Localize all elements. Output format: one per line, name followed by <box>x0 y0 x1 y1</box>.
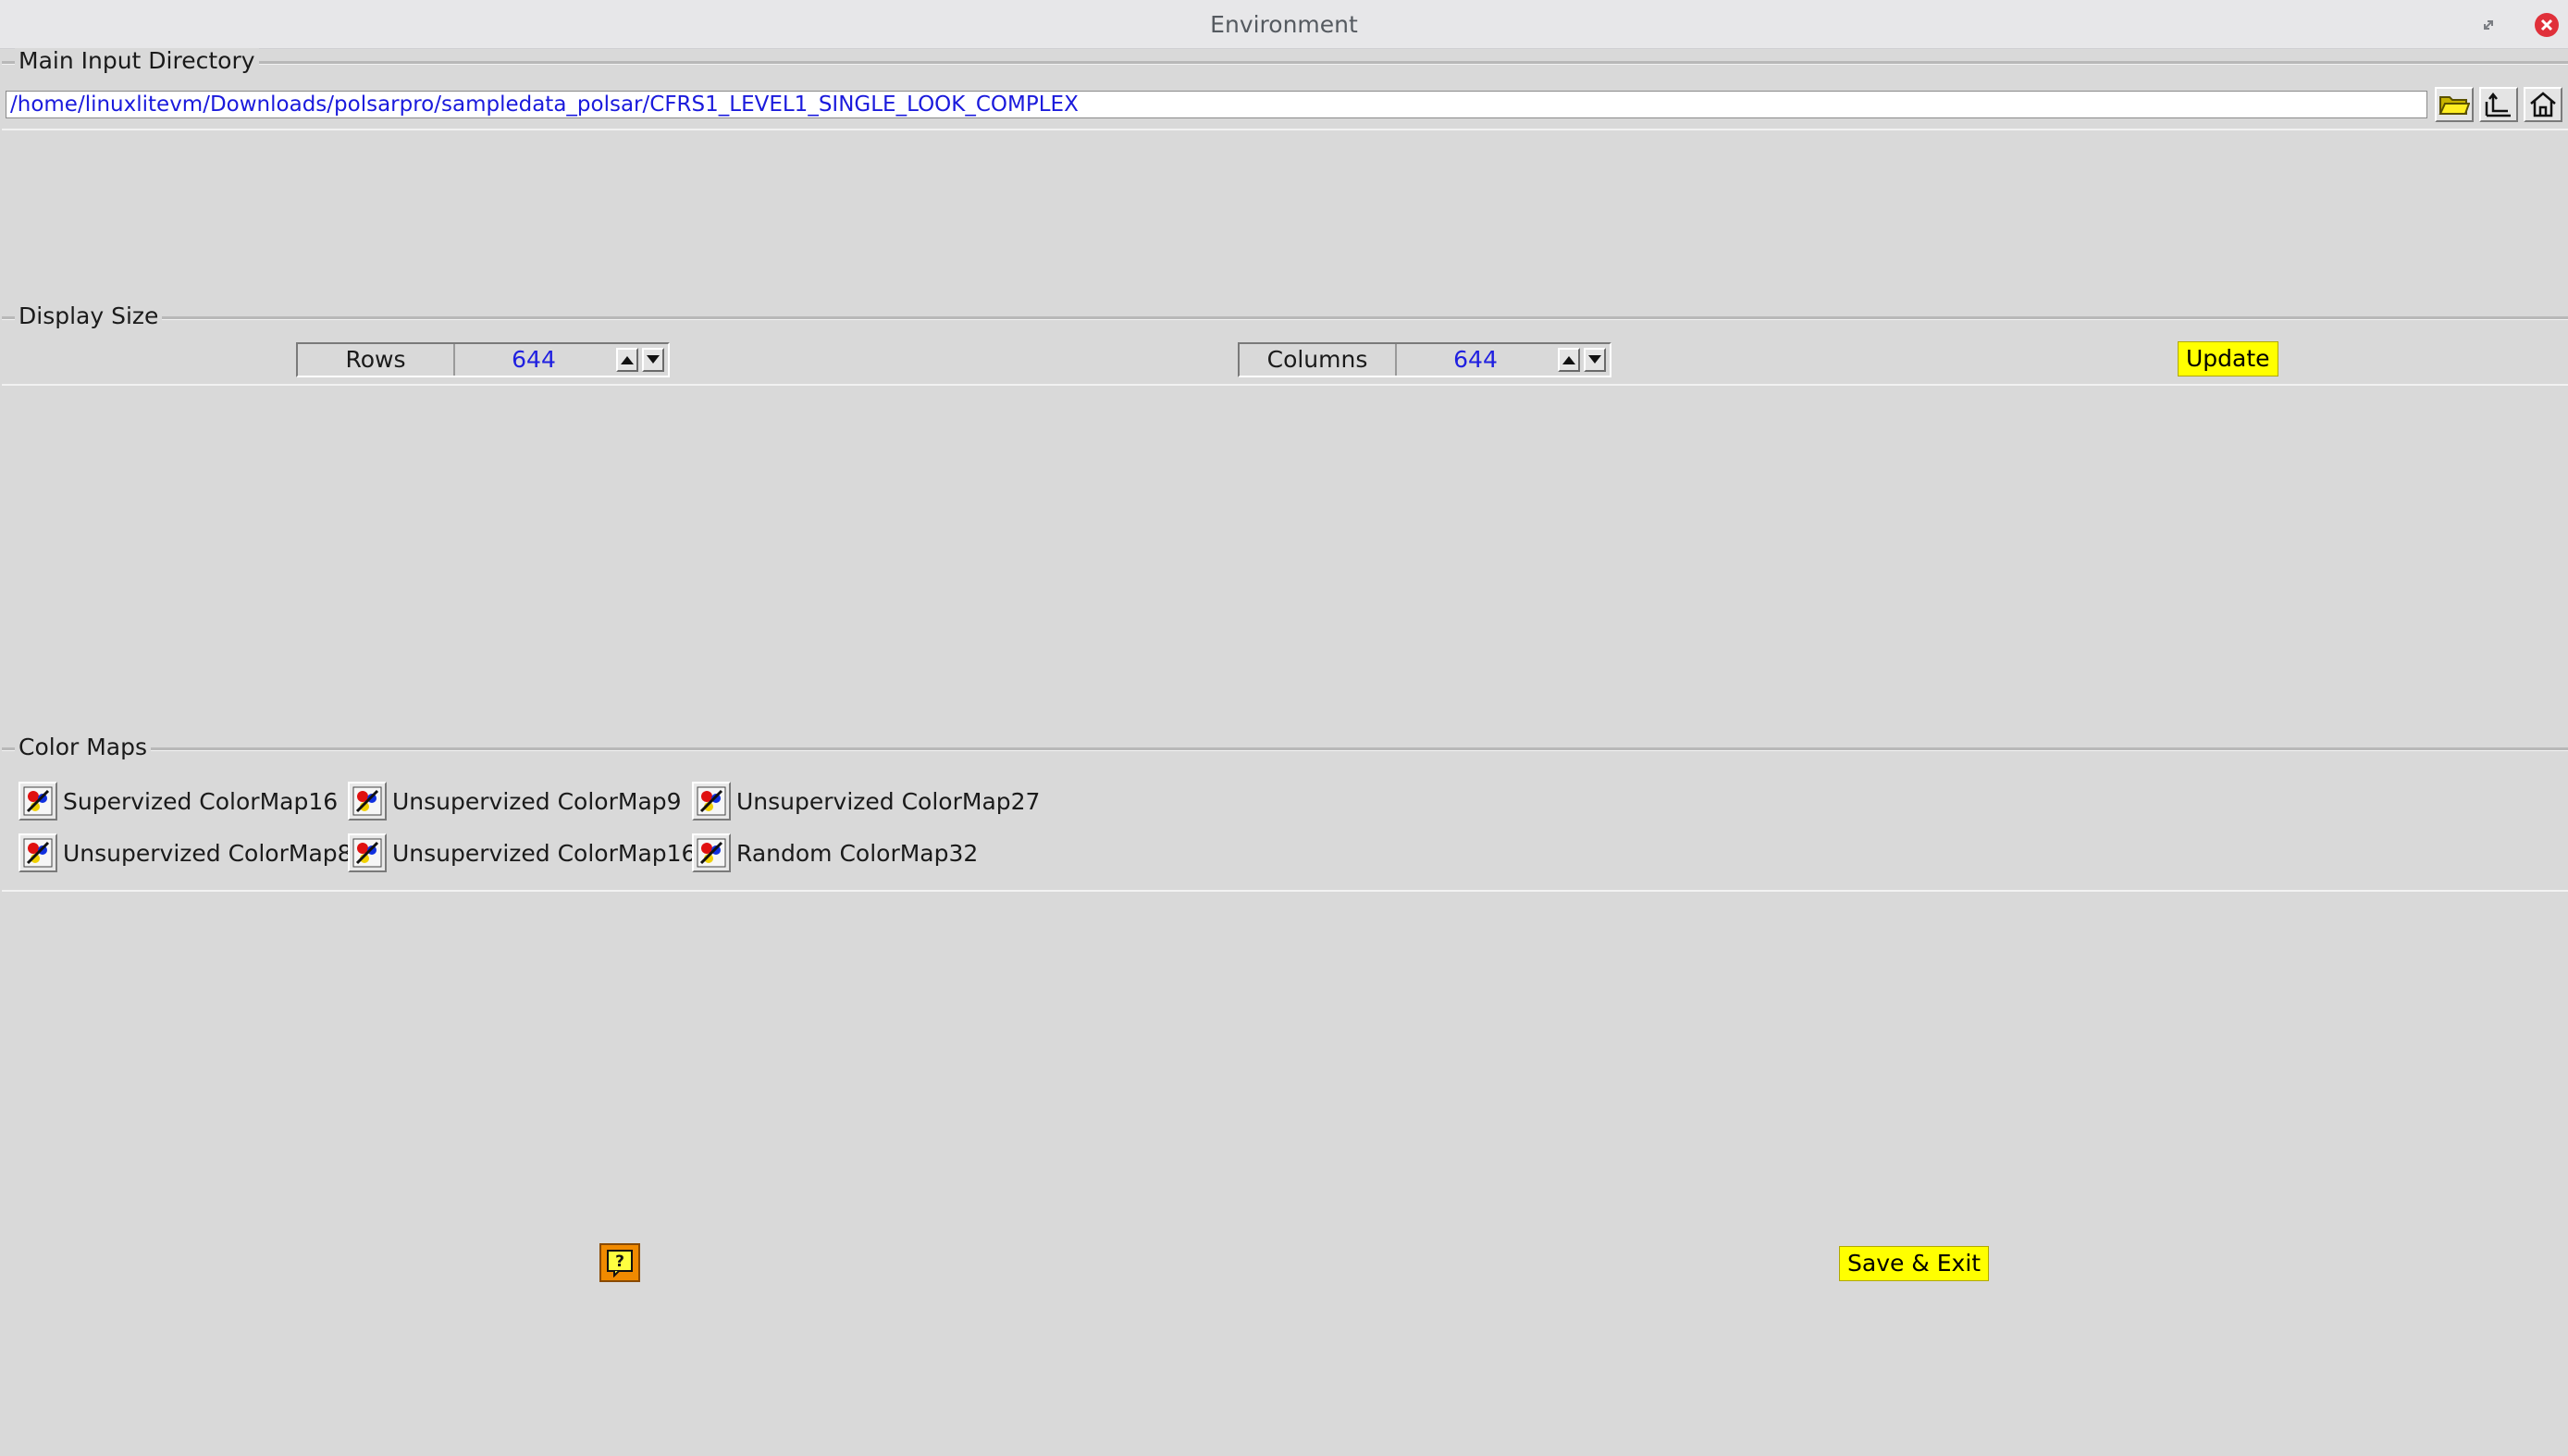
svg-text:?: ? <box>615 1252 624 1271</box>
rows-increment-icon[interactable] <box>616 348 638 372</box>
rows-decrement-icon[interactable] <box>642 348 664 372</box>
window-title: Environment <box>1210 11 1358 38</box>
palette-icon[interactable] <box>692 833 731 872</box>
help-icon[interactable]: ? <box>599 1243 640 1282</box>
columns-label: Columns <box>1240 344 1397 376</box>
color-maps-label: Color Maps <box>15 734 152 760</box>
update-button[interactable]: Update <box>2178 341 2278 376</box>
palette-icon[interactable] <box>692 782 731 821</box>
colormap-label: Random ColorMap32 <box>736 839 979 867</box>
columns-increment-icon[interactable] <box>1558 348 1580 372</box>
colormap-label: Unsupervized ColorMap9 <box>392 787 682 815</box>
main-input-directory-field[interactable] <box>6 91 2427 118</box>
colormap-label: Supervized ColorMap16 <box>63 787 339 815</box>
palette-icon[interactable] <box>19 833 57 872</box>
columns-spinbox[interactable]: Columns 644 <box>1238 342 1611 377</box>
restore-icon[interactable] <box>2475 12 2501 38</box>
colormap-label: Unsupervized ColorMap16 <box>392 839 697 867</box>
colormap-unsupervized-27[interactable]: Unsupervized ColorMap27 <box>692 781 1040 821</box>
colormap-random-32[interactable]: Random ColorMap32 <box>692 833 978 873</box>
main-input-label: Main Input Directory <box>15 48 259 74</box>
colormap-unsupervized-9[interactable]: Unsupervized ColorMap9 <box>348 781 682 821</box>
parent-directory-icon[interactable] <box>2479 87 2518 122</box>
display-size-label: Display Size <box>15 303 163 329</box>
rows-label: Rows <box>298 344 455 376</box>
save-exit-button[interactable]: Save & Exit <box>1839 1246 1990 1281</box>
palette-icon[interactable] <box>348 833 387 872</box>
colormap-label: Unsupervized ColorMap8 <box>63 839 352 867</box>
columns-decrement-icon[interactable] <box>1584 348 1606 372</box>
palette-icon[interactable] <box>19 782 57 821</box>
colormap-unsupervized-8[interactable]: Unsupervized ColorMap8 <box>19 833 352 873</box>
palette-icon[interactable] <box>348 782 387 821</box>
rows-spinbox[interactable]: Rows 644 <box>296 342 670 377</box>
rows-value[interactable]: 644 <box>455 344 612 376</box>
title-bar: Environment <box>0 0 2568 49</box>
colormap-supervized-16[interactable]: Supervized ColorMap16 <box>19 781 338 821</box>
columns-value[interactable]: 644 <box>1397 344 1554 376</box>
colormap-label: Unsupervized ColorMap27 <box>736 787 1041 815</box>
folder-open-icon[interactable] <box>2435 87 2474 122</box>
home-icon[interactable] <box>2524 87 2562 122</box>
close-icon[interactable] <box>2534 12 2560 38</box>
colormap-unsupervized-16[interactable]: Unsupervized ColorMap16 <box>348 833 696 873</box>
